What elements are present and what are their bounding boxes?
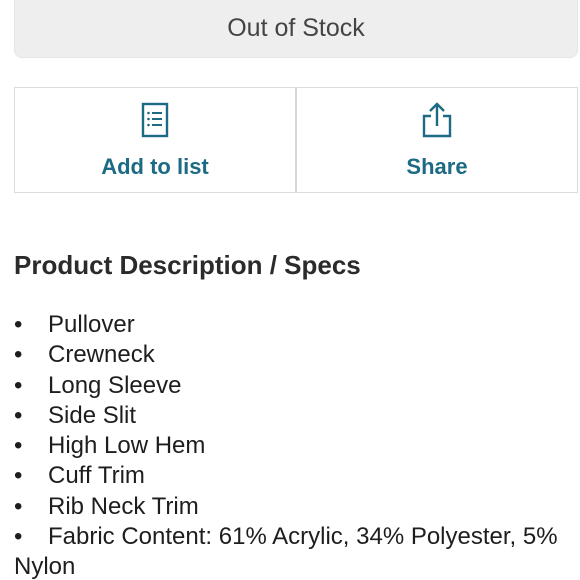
bullet-icon: • [14,492,23,520]
list-item: • Fabric Content: 61% Acrylic, 34% Polyes… [14,523,558,580]
list-icon [141,102,169,138]
bullet-icon: • [14,341,23,369]
list-item: • Rib Neck Trim [14,492,580,522]
list-item: • Crewneck [14,340,580,370]
bullet-icon: • [14,432,23,460]
bullet-icon: • [14,311,23,338]
specs-list: • Pullover • Crewneck • Long Sleeve • Side S… [14,310,580,580]
list-item: • Long Sleeve [14,371,580,401]
list-item: • High Low Hem [14,431,580,461]
bullet-icon: • [14,523,23,551]
add-to-list-button[interactable]: Add to list [14,87,297,193]
product-actions: Add to list Share [14,87,578,193]
bullet-icon: • [14,401,23,429]
list-item: • Cuff Trim [14,461,580,491]
share-button[interactable]: Share [297,87,578,193]
bullet-icon: • [14,462,23,490]
bullet-icon: • [14,371,23,399]
list-item: • Side Slit [14,401,580,431]
share-label: Share [406,154,468,179]
add-to-list-label: Add to list [101,154,209,179]
out-of-stock-label: Out of Stock [227,14,365,42]
section-title: Product Description / Specs [14,250,361,280]
list-item: • Pullover [14,310,580,340]
out-of-stock-button[interactable]: Out of Stock [14,0,578,58]
share-icon [422,102,452,138]
product-detail-page: Out of Stock Add to list Share Product D… [0,0,580,580]
